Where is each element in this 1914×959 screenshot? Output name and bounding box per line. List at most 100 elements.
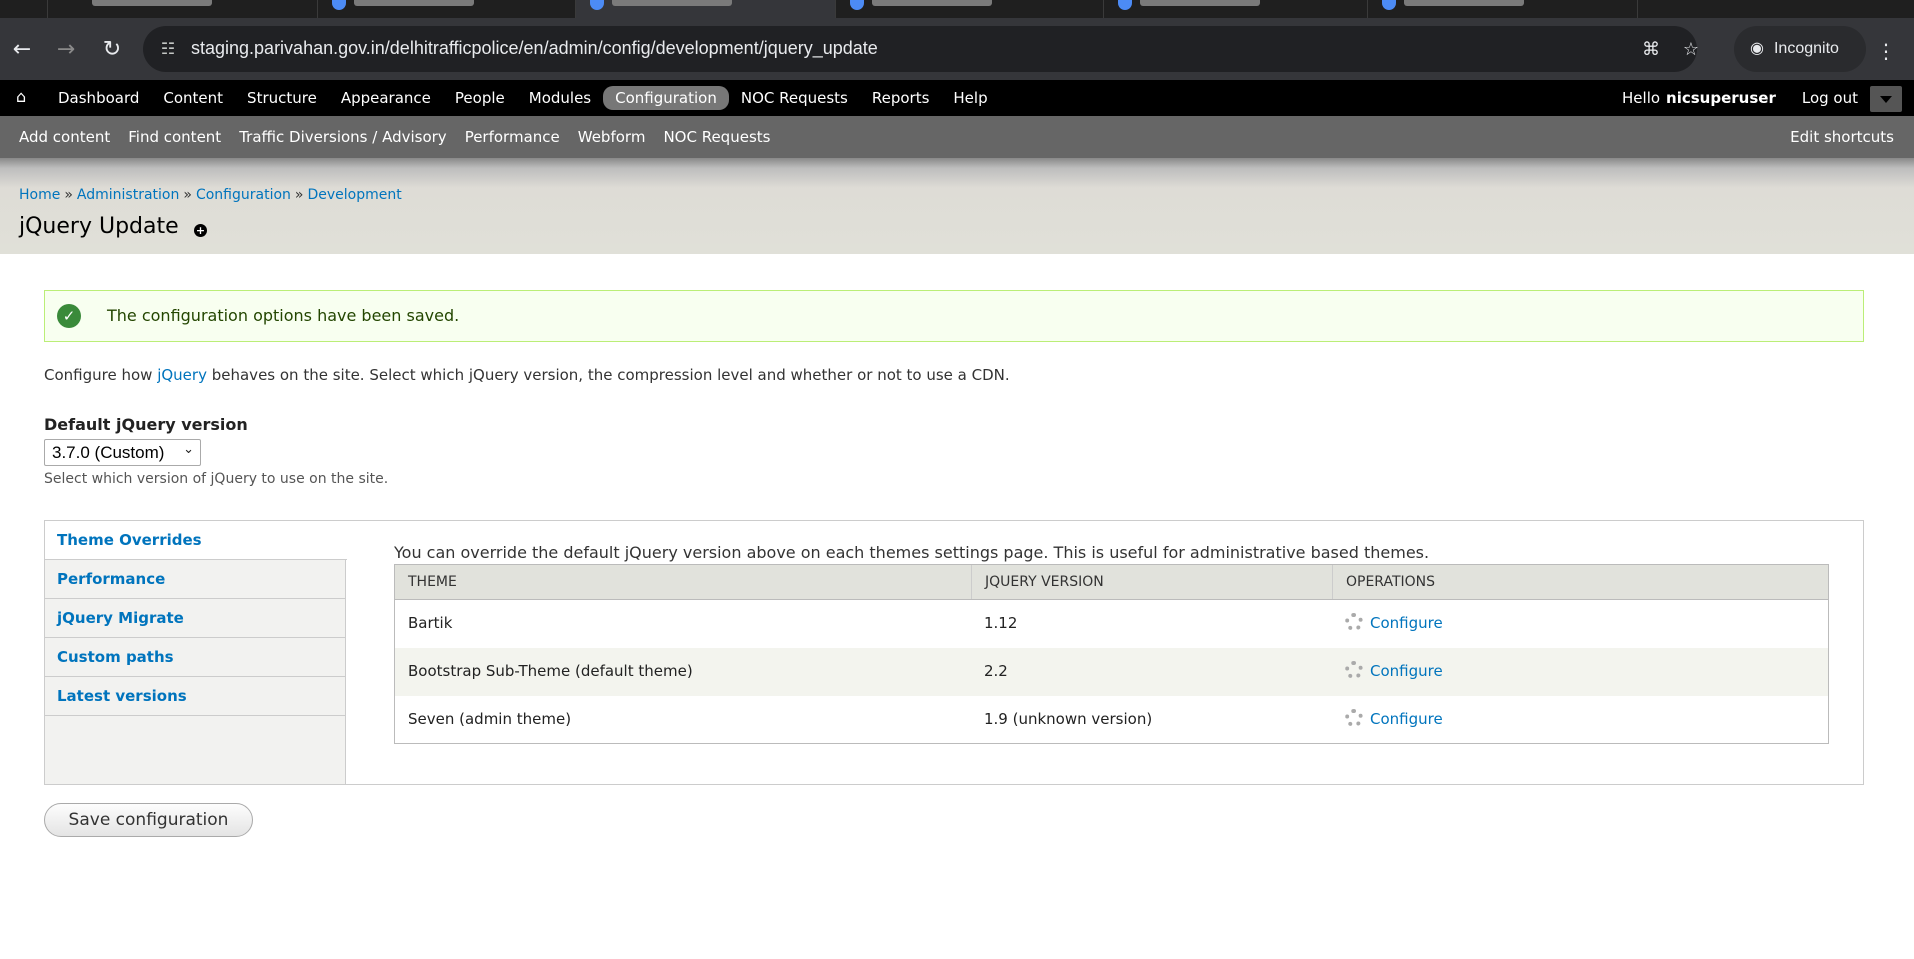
vertical-tab-list: Theme Overrides Performance jQuery Migrate… bbox=[45, 521, 347, 784]
table-header: Theme jQuery Version Operations bbox=[395, 565, 1828, 600]
gear-icon bbox=[1345, 660, 1363, 679]
intro-before: Configure how bbox=[44, 366, 158, 384]
address-bar[interactable]: ☷ staging.parivahan.gov.in/delhitrafficp… bbox=[143, 26, 1699, 72]
breadcrumb-administration[interactable]: Administration bbox=[77, 187, 179, 203]
breadcrumb-separator: » bbox=[183, 187, 192, 203]
jquery-link[interactable]: jQuery bbox=[157, 366, 207, 384]
edit-shortcuts-link[interactable]: Edit shortcuts bbox=[1790, 116, 1894, 158]
operations-cell: Configure bbox=[1332, 648, 1443, 695]
vertical-tab-performance[interactable]: Performance bbox=[45, 560, 346, 599]
reload-icon[interactable]: ↻ bbox=[94, 32, 130, 68]
theme-overrides-description: You can override the default jQuery vers… bbox=[394, 543, 1430, 562]
admin-menu: Dashboard Content Structure Appearance Peopl… bbox=[46, 80, 1000, 116]
shortcut-noc-requests[interactable]: NOC Requests bbox=[654, 128, 779, 146]
logout-link[interactable]: Log out bbox=[1802, 89, 1858, 107]
selected-version: 3.7.0 (Custom) bbox=[52, 443, 165, 462]
shortcut-bar: Add content Find content Traffic Diversion… bbox=[0, 116, 1914, 158]
forward-arrow-icon[interactable]: → bbox=[48, 32, 84, 68]
configure-link[interactable]: Configure bbox=[1370, 662, 1443, 680]
browser-tab[interactable] bbox=[0, 0, 48, 18]
theme-name: Bartik bbox=[408, 614, 453, 632]
theme-name: Seven (admin theme) bbox=[408, 710, 572, 728]
browser-tab[interactable] bbox=[836, 0, 1104, 18]
admin-menu-item-dashboard[interactable]: Dashboard bbox=[46, 86, 151, 110]
incognito-label: Incognito bbox=[1773, 40, 1839, 57]
table-row: Seven (admin theme) 1.9 (unknown version)… bbox=[395, 696, 1828, 743]
table-row: Bartik 1.12 Configure bbox=[395, 600, 1828, 648]
admin-toolbar: ⌂ Dashboard Content Structure Appearance Peo… bbox=[0, 80, 1914, 116]
translate-icon[interactable]: ⌘ bbox=[1639, 38, 1663, 62]
admin-toolbar-toggle[interactable] bbox=[1870, 86, 1902, 112]
operations-cell: Configure bbox=[1332, 600, 1443, 647]
browser-toolbar: ← → ↻ ☷ staging.parivahan.gov.in/delhitr… bbox=[0, 18, 1914, 80]
theme-jquery-version: 1.12 bbox=[984, 614, 1018, 632]
incognito-icon: ◉ bbox=[1750, 40, 1764, 57]
admin-menu-item-configuration[interactable]: Configuration bbox=[603, 86, 729, 110]
admin-menu-item-people[interactable]: People bbox=[443, 86, 517, 110]
url-text[interactable]: staging.parivahan.gov.in/delhitrafficpol… bbox=[191, 38, 878, 59]
browser-tab[interactable] bbox=[1104, 0, 1368, 18]
browser-tab[interactable] bbox=[318, 0, 576, 18]
breadcrumb-home[interactable]: Home bbox=[19, 187, 60, 203]
version-field-description: Select which version of jQuery to use on… bbox=[44, 471, 389, 487]
admin-menu-item-content[interactable]: Content bbox=[151, 86, 235, 110]
version-field-label: Default jQuery version bbox=[44, 415, 248, 434]
theme-jquery-version: 1.9 (unknown version) bbox=[984, 710, 1153, 728]
shortcut-find-content[interactable]: Find content bbox=[119, 128, 230, 146]
column-header-jquery-version: jQuery Version bbox=[971, 565, 1104, 599]
breadcrumb: Home» Administration» Configuration» Develo… bbox=[19, 187, 402, 203]
vertical-tab-theme-overrides[interactable]: Theme Overrides bbox=[45, 521, 347, 560]
breadcrumb-separator: » bbox=[294, 187, 304, 203]
hello-text: Hello bbox=[1622, 89, 1661, 107]
admin-menu-item-modules[interactable]: Modules bbox=[517, 86, 603, 110]
back-arrow-icon[interactable]: ← bbox=[4, 32, 40, 68]
home-icon[interactable]: ⌂ bbox=[16, 88, 34, 106]
incognito-indicator[interactable]: ◉ Incognito bbox=[1734, 26, 1866, 72]
breadcrumb-separator: » bbox=[64, 187, 73, 203]
table-row: Bootstrap Sub-Theme (default theme) 2.2 Co… bbox=[395, 648, 1828, 696]
site-info-icon[interactable]: ☷ bbox=[157, 38, 179, 60]
save-configuration-button[interactable]: Save configuration bbox=[44, 803, 253, 837]
column-header-theme: Theme bbox=[408, 574, 457, 590]
chevron-down-icon: ⌄ bbox=[183, 441, 194, 456]
status-message-text: The configuration options have been save… bbox=[107, 306, 460, 325]
breadcrumb-configuration[interactable]: Configuration bbox=[196, 187, 291, 203]
gear-icon bbox=[1345, 612, 1363, 631]
intro-text: Configure how jQuery behaves on the site… bbox=[44, 366, 1010, 384]
vertical-tab-latest-versions[interactable]: Latest versions bbox=[45, 677, 346, 716]
configure-link[interactable]: Configure bbox=[1370, 710, 1443, 728]
jquery-version-select[interactable]: 3.7.0 (Custom) ⌄ bbox=[44, 439, 201, 466]
browser-tab-strip bbox=[0, 0, 1914, 18]
page-title: jQuery Update bbox=[19, 214, 179, 239]
page-header: Home» Administration» Configuration» Develo… bbox=[0, 158, 1914, 254]
admin-menu-item-help[interactable]: Help bbox=[941, 86, 999, 110]
checkmark-icon: ✓ bbox=[57, 304, 81, 328]
configure-link[interactable]: Configure bbox=[1370, 614, 1443, 632]
username[interactable]: nicsuperuser bbox=[1666, 89, 1776, 107]
status-message: ✓ The configuration options have been sa… bbox=[44, 290, 1864, 342]
admin-user-area: Hello nicsuperuser Log out bbox=[1622, 80, 1858, 116]
theme-overrides-table: Theme jQuery Version Operations Bartik 1.12… bbox=[394, 564, 1829, 744]
vertical-tab-custom-paths[interactable]: Custom paths bbox=[45, 638, 346, 677]
operations-cell: Configure bbox=[1332, 696, 1443, 743]
shortcut-add-content[interactable]: Add content bbox=[10, 128, 119, 146]
column-header-operations: Operations bbox=[1332, 565, 1435, 599]
breadcrumb-development[interactable]: Development bbox=[307, 187, 401, 203]
vertical-tab-jquery-migrate[interactable]: jQuery Migrate bbox=[45, 599, 346, 638]
admin-menu-item-noc-requests[interactable]: NOC Requests bbox=[729, 86, 860, 110]
browser-menu-icon[interactable]: ⋮ bbox=[1874, 36, 1898, 66]
browser-tab[interactable] bbox=[48, 0, 318, 18]
shortcut-performance[interactable]: Performance bbox=[456, 128, 569, 146]
shortcut-traffic-diversions-advisory[interactable]: Traffic Diversions / Advisory bbox=[230, 128, 456, 146]
admin-menu-item-structure[interactable]: Structure bbox=[235, 86, 329, 110]
browser-tab-active[interactable] bbox=[576, 0, 836, 18]
shortcut-webform[interactable]: Webform bbox=[569, 128, 655, 146]
browser-tab[interactable] bbox=[1368, 0, 1638, 18]
add-shortcut-icon[interactable]: + bbox=[194, 224, 207, 237]
theme-jquery-version: 2.2 bbox=[984, 662, 1008, 680]
admin-menu-item-reports[interactable]: Reports bbox=[860, 86, 942, 110]
shortcut-list: Add content Find content Traffic Diversion… bbox=[10, 116, 779, 158]
bookmark-star-icon[interactable]: ☆ bbox=[1679, 38, 1703, 62]
gear-icon bbox=[1345, 708, 1363, 727]
admin-menu-item-appearance[interactable]: Appearance bbox=[329, 86, 443, 110]
